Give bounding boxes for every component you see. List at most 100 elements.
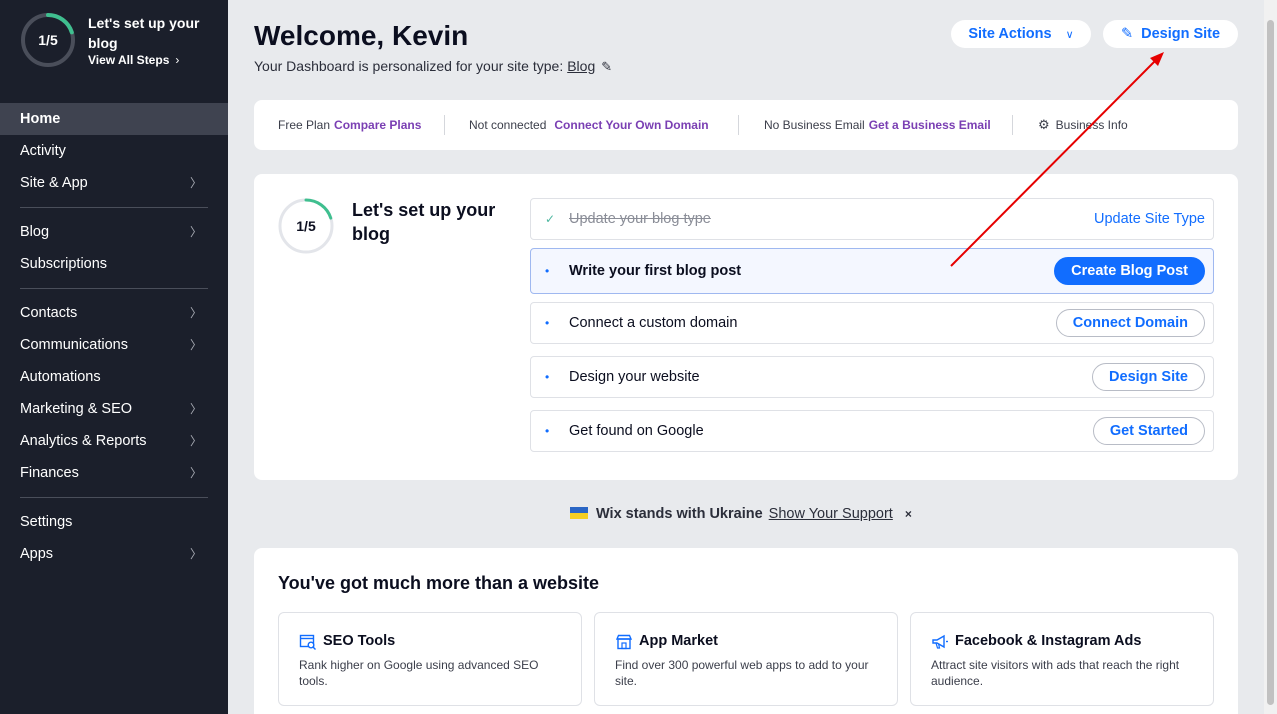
domain-status: Not connected Connect Your Own Domain	[469, 118, 709, 132]
chevron-right-icon: 〉	[189, 306, 202, 320]
sidebar-item-communications[interactable]: Communications 〉	[0, 329, 228, 361]
progress-ring: 1/5	[20, 12, 76, 68]
view-all-steps-link[interactable]: View All Steps ›	[88, 53, 179, 67]
connect-domain-link[interactable]: Connect Your Own Domain	[554, 118, 708, 132]
setup-step[interactable]: • Connect a custom domain Connect Domain	[530, 302, 1214, 344]
progress-label: 1/5	[296, 218, 316, 234]
chevron-right-icon: 〉	[189, 434, 202, 448]
site-type-link[interactable]: Blog	[567, 58, 595, 74]
setup-step-text: Connect a custom domain	[569, 315, 738, 331]
sidebar-item-label: Automations	[20, 369, 101, 385]
design-site-button[interactable]: ✎ Design Site	[1103, 20, 1238, 48]
update-site-type-link[interactable]: Update Site Type	[1094, 199, 1205, 239]
pencil-icon: ✎	[1120, 26, 1134, 42]
setup-step-text: Write your first blog post	[569, 263, 742, 279]
tool-card-app-market[interactable]: App Market Find over 300 powerful web ap…	[594, 612, 898, 706]
sidebar: 1/5 Let's set up your blog View All Step…	[0, 0, 228, 714]
bullet-icon: •	[545, 424, 550, 438]
setup-step-text: Design your website	[569, 369, 700, 385]
sidebar-item-label: Communications	[20, 337, 128, 353]
divider	[738, 115, 739, 135]
close-icon[interactable]: ×	[905, 507, 912, 521]
progress-ring: 1/5	[278, 198, 334, 254]
chevron-right-icon: 〉	[189, 176, 202, 190]
plan-status: Free Plan Compare Plans	[278, 118, 422, 132]
scrollbar-thumb[interactable]	[1267, 20, 1274, 705]
scrollbar[interactable]	[1264, 0, 1277, 714]
sidebar-item-home[interactable]: Home	[0, 103, 228, 135]
design-site-button[interactable]: Design Site	[1092, 363, 1205, 391]
chevron-right-icon: 〉	[189, 547, 202, 561]
pencil-icon[interactable]: ✎	[601, 59, 612, 75]
tool-card-social-ads[interactable]: Facebook & Instagram Ads Attract site vi…	[910, 612, 1214, 706]
megaphone-icon	[932, 634, 948, 649]
ukraine-flag-icon	[570, 507, 588, 519]
business-info-link[interactable]: ⚙ Business Info	[1038, 100, 1128, 150]
sidebar-item-blog[interactable]: Blog 〉	[0, 216, 228, 248]
sidebar-item-analytics-reports[interactable]: Analytics & Reports 〉	[0, 425, 228, 457]
sidebar-item-label: Activity	[20, 143, 66, 159]
connect-domain-button[interactable]: Connect Domain	[1055, 309, 1205, 337]
tool-name: App Market	[639, 633, 718, 649]
tool-name: Facebook & Instagram Ads	[955, 633, 1142, 649]
setup-step[interactable]: • Write your first blog post Create Blog P…	[530, 248, 1214, 294]
sidebar-item-finances[interactable]: Finances 〉	[0, 457, 228, 489]
bullet-icon: •	[545, 316, 550, 330]
seo-icon	[299, 634, 316, 650]
store-icon	[615, 634, 633, 650]
setup-card: 1/5 Let's set up your blog ✓ Update your …	[254, 174, 1238, 480]
divider	[444, 115, 445, 135]
bullet-icon: •	[545, 264, 550, 278]
tool-card-seo[interactable]: SEO Tools Rank higher on Google using ad…	[278, 612, 582, 706]
nav-divider	[20, 288, 208, 289]
sidebar-item-site-app[interactable]: Site & App 〉	[0, 167, 228, 199]
ukraine-banner: Wix stands with Ukraine Show Your Support…	[570, 504, 912, 524]
sidebar-item-contacts[interactable]: Contacts 〉	[0, 297, 228, 329]
progress-label: 1/5	[38, 32, 58, 48]
page-title: Welcome, Kevin	[254, 20, 469, 51]
sidebar-nav: Home Activity Site & App 〉 Blog 〉 Subscription…	[0, 103, 228, 570]
sidebar-item-activity[interactable]: Activity	[0, 135, 228, 167]
sidebar-item-subscriptions[interactable]: Subscriptions	[0, 248, 228, 280]
plan-info-bar: Free Plan Compare Plans Not connected Conn…	[254, 100, 1238, 150]
show-support-link[interactable]: Show Your Support	[769, 506, 893, 522]
setup-step[interactable]: • Design your website Design Site	[530, 356, 1214, 398]
bullet-icon: •	[545, 370, 550, 384]
sidebar-item-settings[interactable]: Settings	[0, 506, 228, 538]
sidebar-item-label: Blog	[20, 224, 50, 240]
chevron-right-icon: 〉	[189, 402, 202, 416]
sidebar-item-label: Site & App	[20, 175, 88, 191]
sidebar-setup-progress[interactable]: 1/5 Let's set up your blog View All Step…	[20, 12, 220, 72]
tool-description: Attract site visitors with ads that reac…	[931, 658, 1180, 688]
sidebar-item-automations[interactable]: Automations	[0, 361, 228, 393]
chevron-right-icon: ›	[175, 53, 180, 67]
sidebar-item-marketing-seo[interactable]: Marketing & SEO 〉	[0, 393, 228, 425]
sidebar-item-label: Settings	[20, 514, 73, 530]
setup-step-text: Get found on Google	[569, 423, 704, 439]
tool-description: Rank higher on Google using advanced SEO…	[299, 658, 539, 688]
nav-divider	[20, 207, 208, 208]
setup-step[interactable]: • Get found on Google Get Started	[530, 410, 1214, 452]
compare-plans-link[interactable]: Compare Plans	[334, 118, 421, 132]
sidebar-setup-title: Let's set up your blog	[88, 15, 200, 51]
sidebar-item-label: Marketing & SEO	[20, 401, 133, 417]
sidebar-item-label: Apps	[20, 546, 54, 562]
checkmark-icon: ✓	[545, 212, 556, 226]
sidebar-item-label: Subscriptions	[20, 256, 108, 272]
create-blog-post-button[interactable]: Create Blog Post	[1054, 257, 1205, 285]
sidebar-item-label: Finances	[20, 465, 79, 481]
site-actions-button[interactable]: Site Actions ∨	[951, 20, 1091, 48]
gear-icon: ⚙	[1038, 117, 1050, 132]
chevron-down-icon: ∨	[1065, 29, 1074, 41]
chevron-right-icon: 〉	[189, 225, 202, 239]
tool-description: Find over 300 powerful web apps to add t…	[615, 658, 869, 688]
sidebar-item-label: Home	[20, 111, 61, 127]
sidebar-item-apps[interactable]: Apps 〉	[0, 538, 228, 570]
chevron-right-icon: 〉	[189, 466, 202, 480]
get-business-email-link[interactable]: Get a Business Email	[869, 118, 991, 132]
sidebar-item-label: Contacts	[20, 305, 78, 321]
email-status: No Business Email Get a Business Email	[764, 118, 991, 132]
setup-step[interactable]: ✓ Update your blog type Update Site Type	[530, 198, 1214, 240]
setup-title: Let's set up your blog	[352, 200, 496, 244]
get-started-button[interactable]: Get Started	[1092, 417, 1205, 445]
